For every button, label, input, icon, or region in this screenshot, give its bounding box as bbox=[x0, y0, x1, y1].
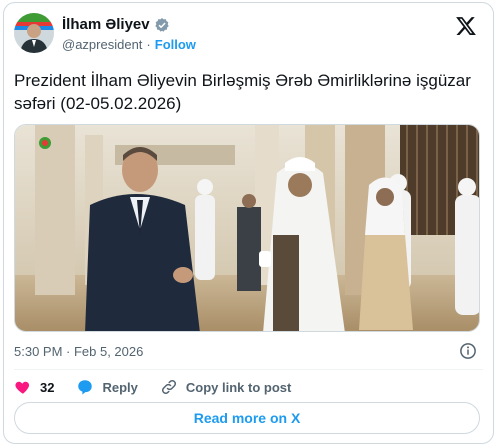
copy-link-label: Copy link to post bbox=[185, 379, 292, 395]
like-count: 32 bbox=[40, 379, 55, 395]
timestamp-row: 5:30 PM · Feb 5, 2026 bbox=[14, 340, 483, 362]
reply-icon bbox=[78, 380, 93, 395]
copy-link-button[interactable]: Copy link to post bbox=[160, 378, 291, 396]
post-actions: 32 Reply Copy link to post bbox=[14, 375, 313, 399]
post-video-thumbnail[interactable] bbox=[14, 124, 480, 332]
verified-badge-icon bbox=[154, 17, 170, 33]
divider bbox=[14, 369, 483, 370]
info-icon[interactable] bbox=[459, 342, 477, 360]
author-names: İlham Əliyev @azpresident · Follow bbox=[62, 16, 196, 52]
reply-label: Reply bbox=[102, 379, 138, 395]
reply-button[interactable]: Reply bbox=[76, 378, 138, 396]
author-avatar[interactable] bbox=[14, 13, 54, 53]
x-logo-icon[interactable] bbox=[455, 15, 477, 37]
embedded-post-card: İlham Əliyev @azpresident · Follow Prezi… bbox=[3, 2, 494, 444]
post-header: İlham Əliyev @azpresident · Follow bbox=[14, 13, 483, 59]
author-display-name[interactable]: İlham Əliyev bbox=[62, 16, 150, 33]
post-text: Prezident İlham Əliyevin Birləşmiş Ərəb … bbox=[14, 71, 471, 113]
read-more-button[interactable]: Read more on X bbox=[14, 402, 480, 434]
link-icon bbox=[161, 379, 176, 395]
separator-dot: · bbox=[146, 37, 151, 52]
follow-button[interactable]: Follow bbox=[155, 37, 196, 52]
post-timestamp[interactable]: 5:30 PM · Feb 5, 2026 bbox=[14, 344, 143, 359]
heart-icon bbox=[15, 381, 30, 394]
like-button[interactable]: 32 bbox=[14, 378, 54, 396]
author-handle[interactable]: @azpresident bbox=[62, 37, 142, 52]
